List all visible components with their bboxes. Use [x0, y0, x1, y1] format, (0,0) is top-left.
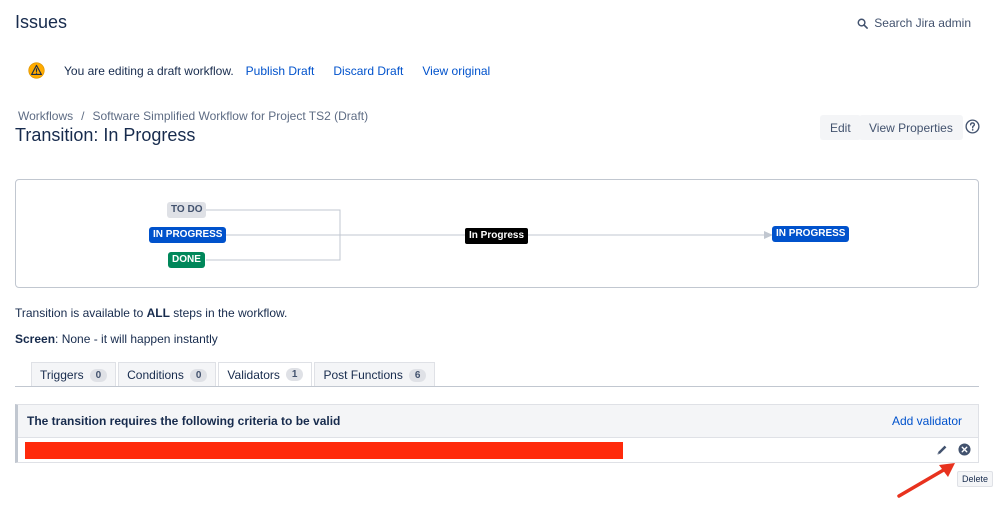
screen-value: : None - it will happen instantly: [55, 332, 218, 346]
transition-tabs: Triggers 0 Conditions 0 Validators 1 Pos…: [31, 362, 437, 387]
validators-header-title: The transition requires the following cr…: [27, 414, 341, 428]
warning-icon: [28, 62, 45, 79]
view-original-link[interactable]: View original: [422, 64, 490, 78]
availability-suffix: steps in the workflow.: [169, 306, 288, 320]
tab-conditions[interactable]: Conditions 0: [118, 362, 217, 387]
tab-label: Validators: [227, 367, 280, 382]
tab-label: Post Functions: [323, 368, 403, 382]
to-status-in-progress: IN PROGRESS: [772, 226, 850, 242]
validators-header: The transition requires the following cr…: [18, 405, 978, 438]
search-jira-admin-link[interactable]: Search Jira admin: [857, 16, 971, 30]
breadcrumb: Workflows / Software Simplified Workflow…: [18, 109, 368, 123]
search-icon: [857, 18, 869, 29]
screen-text: Screen: None - it will happen instantly: [15, 332, 218, 346]
tab-count: 6: [408, 368, 427, 382]
tab-count: 1: [285, 368, 304, 381]
availability-scope: ALL: [146, 306, 170, 320]
tab-count: 0: [89, 368, 108, 382]
breadcrumb-workflows[interactable]: Workflows: [18, 109, 73, 123]
help-icon[interactable]: [965, 119, 980, 134]
tab-label: Conditions: [127, 368, 184, 382]
transition-title: Transition: In Progress: [15, 125, 196, 145]
availability-prefix: Transition is available to: [15, 306, 147, 320]
tab-count: 0: [189, 368, 208, 382]
tab-label: Triggers: [40, 368, 84, 382]
breadcrumb-separator: /: [81, 109, 85, 123]
from-status-done: DONE: [168, 252, 205, 268]
transition-label: In Progress: [465, 228, 529, 244]
breadcrumb-workflow-name[interactable]: Software Simplified Workflow for Project…: [92, 109, 368, 123]
view-properties-button[interactable]: View Properties: [859, 115, 963, 140]
annotation-arrow-icon: [897, 463, 955, 498]
screen-label: Screen: [15, 332, 56, 346]
from-status-in-progress: IN PROGRESS: [149, 227, 227, 243]
add-validator-link[interactable]: Add validator: [892, 414, 962, 428]
transition-diagram: TO DO IN PROGRESS DONE In Progress IN PR…: [15, 179, 979, 288]
delete-icon[interactable]: [958, 443, 971, 456]
from-status-todo: TO DO: [167, 202, 207, 218]
redacted-validator-description: [25, 442, 623, 459]
draft-message: You are editing a draft workflow.: [64, 63, 234, 78]
tab-post-functions[interactable]: Post Functions 6: [314, 362, 436, 387]
tabs-divider: [15, 386, 979, 387]
validators-panel: The transition requires the following cr…: [15, 404, 979, 463]
search-label: Search Jira admin: [874, 16, 971, 30]
discard-draft-link[interactable]: Discard Draft: [333, 64, 403, 78]
pencil-icon[interactable]: [936, 444, 948, 456]
tab-validators[interactable]: Validators 1: [218, 362, 313, 387]
tab-triggers[interactable]: Triggers 0: [31, 362, 117, 387]
publish-draft-link[interactable]: Publish Draft: [246, 64, 315, 78]
edit-button[interactable]: Edit: [820, 115, 861, 140]
draft-workflow-banner: You are editing a draft workflow. Publis…: [28, 62, 509, 79]
page-title: Issues: [15, 12, 68, 32]
availability-text: Transition is available to ALL steps in …: [15, 306, 287, 320]
validator-row: [18, 438, 978, 462]
